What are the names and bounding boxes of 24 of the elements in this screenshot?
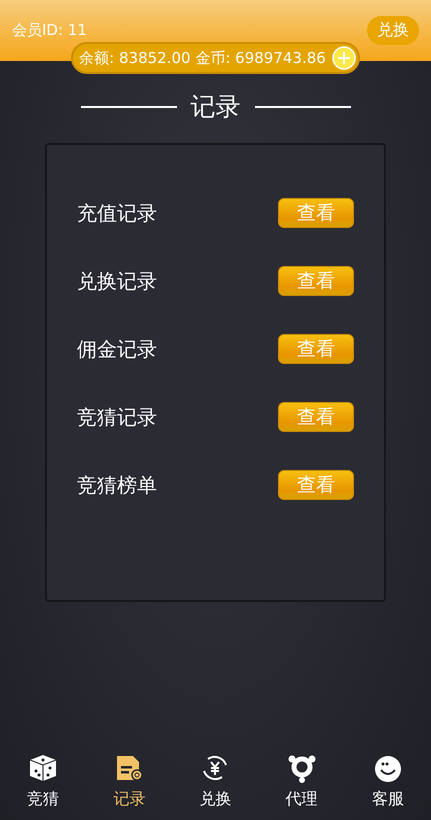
nav-tab[interactable]: 兑换	[185, 753, 246, 810]
view-button[interactable]: 查看	[278, 198, 354, 228]
nav-tab[interactable]: 客服	[358, 753, 418, 810]
record-label: 竞猜记录	[77, 404, 157, 430]
view-button[interactable]: 查看	[278, 266, 354, 296]
page-title: 记录	[190, 91, 240, 123]
exchange-button[interactable]: 兑换	[367, 16, 419, 45]
smiley-icon	[372, 753, 403, 783]
add-coin-icon[interactable]	[332, 46, 356, 70]
view-button[interactable]: 查看	[278, 334, 354, 364]
balance-text: 余额: 83852.00 金币: 6989743.86	[79, 48, 326, 68]
record-label: 兑换记录	[77, 268, 157, 294]
network-icon	[286, 753, 317, 783]
nav-tab[interactable]: 竞猜	[13, 753, 74, 810]
document-icon	[114, 753, 144, 783]
view-button[interactable]: 查看	[278, 402, 354, 432]
nav-tab[interactable]: 代理	[272, 753, 332, 810]
dice-icon	[28, 753, 58, 783]
view-button[interactable]: 查看	[278, 470, 354, 500]
record-label: 佣金记录	[77, 336, 157, 362]
member-id: 会员ID: 11	[12, 21, 87, 40]
record-label: 充值记录	[77, 200, 157, 226]
nav-tab[interactable]: 记录	[99, 753, 160, 810]
record-label: 竞猜榜单	[77, 472, 157, 498]
